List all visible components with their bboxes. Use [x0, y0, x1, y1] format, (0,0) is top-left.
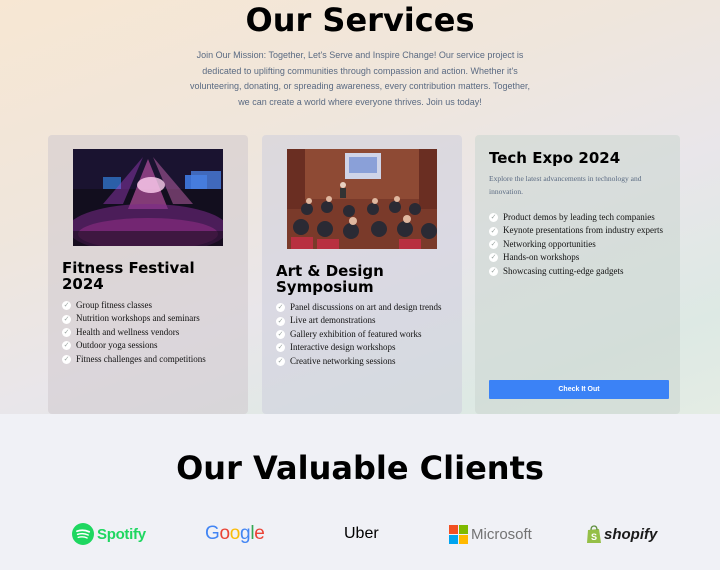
list-item: ✓ Gallery exhibition of featured works: [276, 328, 441, 341]
list-item-label: Fitness challenges and competitions: [76, 353, 206, 364]
card-title: Fitness Festival 2024: [62, 260, 242, 292]
card-title-line: Fitness Festival: [62, 259, 195, 277]
list-item: ✓ Fitness challenges and competitions: [62, 353, 206, 366]
list-item-label: Showcasing cutting-edge gadgets: [503, 265, 624, 276]
list-item-label: Outdoor yoga sessions: [76, 340, 158, 351]
check-circle-icon: ✓: [276, 316, 285, 326]
feature-list: ✓ Group fitness classes ✓ Nutrition worksh…: [62, 299, 206, 366]
card-title-line: Symposium: [276, 278, 374, 296]
check-circle-icon: ✓: [62, 301, 71, 311]
check-circle-icon: ✓: [489, 226, 498, 236]
uber-wordmark: Uber: [344, 525, 379, 542]
list-item: ✓ Hands-on workshops: [489, 251, 663, 264]
concert-crowd-photo: [73, 149, 223, 246]
service-card-art-design: Art & Design Symposium ✓ Panel discussion…: [262, 135, 462, 414]
services-description: Join Our Mission: Together, Let's Serve …: [189, 50, 531, 107]
shopify-logo[interactable]: S shopify: [586, 520, 657, 548]
spotify-icon: [72, 523, 94, 545]
list-item-label: Group fitness classes: [76, 300, 152, 310]
list-item: ✓ Product demos by leading tech companies: [489, 211, 663, 224]
list-item-label: Nutrition workshops and seminars: [76, 313, 200, 324]
list-item: ✓ Live art demonstrations: [276, 314, 441, 327]
list-item: ✓ Panel discussions on art and design tre…: [276, 301, 441, 314]
list-item: ✓ Outdoor yoga sessions: [62, 339, 206, 352]
list-item: ✓ Creative networking sessions: [276, 355, 441, 368]
service-card-fitness: Fitness Festival 2024 ✓ Group fitness cla…: [48, 135, 248, 414]
list-item-label: Hands-on workshops: [503, 252, 580, 263]
card-description: Explore the latest advancements in techn…: [489, 174, 642, 196]
list-item-label: Product demos by leading tech companies: [503, 212, 655, 222]
list-item-label: Gallery exhibition of featured works: [290, 328, 422, 339]
list-item: ✓ Group fitness classes: [62, 299, 206, 312]
check-circle-icon: ✓: [276, 356, 285, 366]
shopify-bag-icon: S: [587, 524, 601, 543]
check-circle-icon: ✓: [489, 266, 498, 276]
list-item-label: Networking opportunities: [503, 238, 596, 249]
microsoft-icon: [449, 524, 468, 544]
service-card-tech-expo: Tech Expo 2024 Explore the latest advanc…: [475, 135, 680, 414]
list-item: ✓ Showcasing cutting-edge gadgets: [489, 265, 663, 278]
uber-logo[interactable]: Uber: [344, 520, 379, 548]
microsoft-logo[interactable]: Microsoft: [449, 520, 532, 548]
check-it-out-button[interactable]: Check It Out: [489, 380, 669, 399]
list-item-label: Live art demonstrations: [290, 315, 376, 326]
card-title-line: 2024: [62, 275, 104, 293]
list-item-label: Keynote presentations from industry expe…: [503, 225, 663, 236]
microsoft-wordmark: Microsoft: [471, 525, 532, 543]
card-title: Art & Design Symposium: [276, 263, 456, 295]
list-item-label: Interactive design workshops: [290, 342, 396, 353]
google-logo[interactable]: Google: [205, 520, 265, 548]
list-item: ✓ Interactive design workshops: [276, 341, 441, 354]
seminar-audience-photo: [287, 149, 437, 249]
google-wordmark: Google: [205, 523, 265, 544]
card-title: Tech Expo 2024: [489, 149, 621, 167]
check-circle-icon: ✓: [489, 253, 498, 263]
check-circle-icon: ✓: [489, 213, 498, 223]
feature-list: ✓ Panel discussions on art and design tre…: [276, 301, 441, 368]
check-circle-icon: ✓: [62, 328, 71, 338]
check-circle-icon: ✓: [62, 341, 71, 351]
shopify-wordmark: shopify: [604, 525, 658, 543]
list-item-label: Panel discussions on art and design tren…: [290, 302, 442, 312]
services-section: Our Services Join Our Mission: Together,…: [0, 0, 720, 414]
card-title-line: Art & Design: [276, 262, 384, 280]
check-circle-icon: ✓: [62, 314, 71, 324]
check-circle-icon: ✓: [489, 240, 498, 250]
list-item: ✓ Nutrition workshops and seminars: [62, 312, 206, 325]
spotify-logo[interactable]: Spotify: [72, 520, 146, 548]
list-item-label: Health and wellness vendors: [76, 326, 180, 337]
list-item: ✓ Keynote presentations from industry exp…: [489, 224, 663, 237]
check-circle-icon: ✓: [62, 354, 71, 364]
list-item-label: Creative networking sessions: [290, 355, 396, 366]
feature-list: ✓ Product demos by leading tech companies…: [489, 211, 663, 278]
check-circle-icon: ✓: [276, 303, 285, 313]
services-title: Our Services: [245, 1, 475, 39]
list-item: ✓ Networking opportunities: [489, 238, 663, 251]
list-item: ✓ Health and wellness vendors: [62, 326, 206, 339]
check-circle-icon: ✓: [276, 343, 285, 353]
check-circle-icon: ✓: [276, 330, 285, 340]
spotify-wordmark: Spotify: [97, 525, 146, 543]
clients-title: Our Valuable Clients: [176, 449, 544, 487]
svg-text:S: S: [591, 532, 597, 542]
